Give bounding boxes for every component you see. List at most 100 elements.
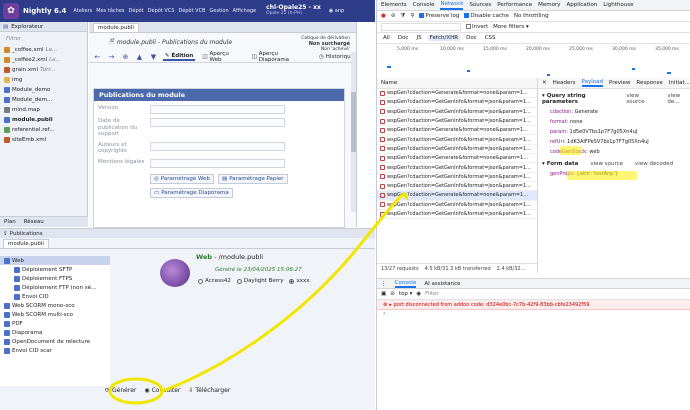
generator-item[interactable]: Déploiement SFTP — [0, 265, 110, 274]
skin-radio[interactable]: Daylight Berry — [236, 278, 283, 284]
menu-depot-vcs[interactable]: Dépôt VCS — [148, 8, 175, 14]
clear-icon[interactable]: ⊘ — [391, 13, 396, 19]
request-row[interactable]: wspGen?cdaction=Generate&format=none&par… — [377, 154, 537, 164]
menu-gestion[interactable]: Gestion — [210, 8, 229, 14]
generator-item[interactable]: Déploiement FTP (non sé... — [0, 283, 110, 292]
request-row[interactable]: wspGen?cdaction=Generate&format=none&par… — [377, 89, 537, 99]
resource-filter[interactable]: CSS — [483, 35, 498, 41]
console-tab[interactable]: Console — [394, 280, 417, 288]
close-detail-icon[interactable]: ✕ — [542, 80, 547, 86]
generator-item[interactable]: OpenDocument de relecture — [0, 337, 110, 346]
pub-tab-module-publi[interactable]: module.publi — [3, 238, 49, 248]
consulter-button[interactable]: ◉ Consulter — [144, 387, 180, 394]
devtools-tab[interactable]: Network — [440, 1, 464, 10]
forward-icon[interactable]: → — [107, 52, 116, 61]
generator-item[interactable]: Web — [0, 256, 110, 265]
mentions-input[interactable] — [150, 158, 285, 168]
auteurs-input[interactable] — [150, 141, 285, 151]
generator-item[interactable]: Déploiement FTPS — [0, 274, 110, 283]
skin-radio[interactable]: Access42 — [198, 278, 231, 284]
resource-filter[interactable]: Fetch/XHR — [427, 35, 461, 41]
menu-depot-vcb[interactable]: Dépôt VCB — [178, 8, 205, 14]
tree-item[interactable]: module.publi — [0, 115, 87, 125]
request-row[interactable]: wspGen?cdaction=GetGenInfo&format=json&p… — [377, 98, 537, 108]
resource-filter[interactable]: Doc — [464, 35, 479, 41]
eye-icon[interactable]: ◉ — [416, 291, 421, 297]
form-view-decoded-link[interactable]: view decoded — [635, 161, 673, 167]
detail-tab[interactable]: Headers — [553, 80, 576, 86]
target-icon[interactable]: ⊕ — [121, 52, 130, 61]
expand-icon[interactable]: ▸ — [389, 302, 392, 308]
version-input[interactable] — [150, 105, 285, 114]
generator-item[interactable]: Diaporama — [0, 328, 110, 337]
tree-item[interactable]: img — [0, 75, 87, 85]
menu-affichage[interactable]: Affichage — [233, 8, 257, 14]
tree-item[interactable]: grain.xml Torr... — [0, 65, 87, 75]
request-row[interactable]: wspGen?cdaction=Generate&format=none&par… — [377, 126, 537, 136]
console-filter-input[interactable]: Filter — [425, 291, 439, 297]
resource-filter[interactable]: JS — [414, 35, 423, 41]
editor-scrollbar[interactable] — [351, 52, 356, 212]
devtools-tab[interactable]: Elements — [381, 2, 407, 8]
throttling-select[interactable]: No throttling — [514, 13, 549, 19]
generator-item[interactable]: Web SCORM multi-sco — [0, 310, 110, 319]
tab-apercu-web[interactable]: ◫ Aperçu Web — [200, 51, 244, 63]
generator-item[interactable]: PDF — [0, 319, 110, 328]
console-prompt[interactable]: › — [377, 310, 690, 317]
tab-edition[interactable]: ✎ Édition — [162, 53, 196, 61]
skin-radio[interactable]: xxxx — [289, 278, 310, 284]
form-view-source-link[interactable]: view source — [590, 161, 623, 167]
tree-item[interactable]: mind.map — [0, 105, 87, 115]
request-row[interactable]: wspGen?cdaction=GetGenInfo&format=json&p… — [377, 135, 537, 145]
down-icon[interactable]: ▼ — [149, 52, 158, 61]
more-filters-button[interactable]: More filters ▾ — [493, 24, 529, 30]
request-row[interactable]: wspGen?cdaction=GetGenInfo&format=json&p… — [377, 163, 537, 173]
console-clear-icon[interactable]: ⊘ — [390, 291, 395, 297]
menu-depot[interactable]: Dépôt — [129, 8, 144, 14]
back-icon[interactable]: ← — [93, 52, 102, 61]
search-icon[interactable]: ⚲ — [410, 13, 414, 19]
date-input[interactable] — [150, 118, 285, 127]
disable-cache-checkbox[interactable]: Disable cache — [464, 13, 509, 19]
network-filter-input[interactable] — [381, 23, 461, 31]
view-source-link[interactable]: view source — [626, 93, 655, 105]
tree-item[interactable]: Module_dem... — [0, 95, 87, 105]
parametrage-diaporama-button[interactable]: ▭ Paramétrage Diaporama — [150, 187, 233, 198]
devtools-tab[interactable]: Lighthouse — [603, 2, 633, 8]
tree-item[interactable]: siteEmb.xml — [0, 135, 87, 145]
scroll-thumb[interactable] — [351, 92, 356, 152]
request-row[interactable]: wspGen?cdaction=GetGenInfo&format=json&p… — [377, 182, 537, 192]
menu-ateliers[interactable]: Ateliers — [73, 8, 92, 14]
ai-assistance-tab[interactable]: AI assistance — [424, 281, 460, 287]
tab-reseau[interactable]: Réseau — [24, 219, 44, 225]
request-row[interactable]: wspGen?cdaction=GetGenInfo&format=json&p… — [377, 108, 537, 117]
filter-icon[interactable]: ⧩ — [400, 13, 405, 20]
up-icon[interactable]: ▲ — [135, 52, 144, 61]
menu-icon[interactable]: ⋮ — [381, 281, 387, 287]
view-decoded-link[interactable]: view de... — [667, 93, 690, 105]
menu-mes-taches[interactable]: Mes tâches — [96, 8, 124, 14]
detail-tab[interactable]: Response — [636, 80, 662, 86]
resource-filter[interactable]: Doc — [396, 35, 411, 41]
editor-tab-module-publi[interactable]: module.publi — [93, 22, 139, 32]
invert-checkbox[interactable]: Invert — [466, 24, 488, 30]
parametrage-web-button[interactable]: ◎ Paramétrage Web — [150, 173, 215, 184]
generator-item[interactable]: Envoi CID scar — [0, 346, 110, 355]
request-row[interactable]: wspGen?cdaction=GetGenInfo&format=json&p… — [377, 210, 537, 220]
tree-item[interactable]: _coffee.xml Le... — [0, 45, 87, 55]
devtools-tab[interactable]: Memory — [538, 2, 560, 8]
sidebar-icon[interactable]: ▣ — [381, 291, 386, 297]
tree-item[interactable]: Module_demo — [0, 85, 87, 95]
request-row[interactable]: wspGen?cdaction=GetGenInfo&format=json&p… — [377, 201, 537, 210]
request-row[interactable]: wspGen?cdaction=GetGenInfo&format=json&p… — [377, 117, 537, 127]
tree-item[interactable]: referentiel.ref... — [0, 125, 87, 135]
telecharger-button[interactable]: ⇩ Télécharger — [188, 387, 230, 394]
detail-tab[interactable]: Payload — [581, 79, 603, 87]
devtools-tab[interactable]: Performance — [497, 2, 532, 8]
devtools-tab[interactable]: Console — [413, 2, 435, 8]
generator-item[interactable]: Web SCORM mono-sco — [0, 301, 110, 310]
devtools-tab[interactable]: Sources — [469, 2, 491, 8]
record-icon[interactable]: ● — [381, 13, 386, 19]
tab-plan[interactable]: Plan — [4, 219, 16, 225]
tree-item[interactable]: _coffee2.xml Le... — [0, 55, 87, 65]
